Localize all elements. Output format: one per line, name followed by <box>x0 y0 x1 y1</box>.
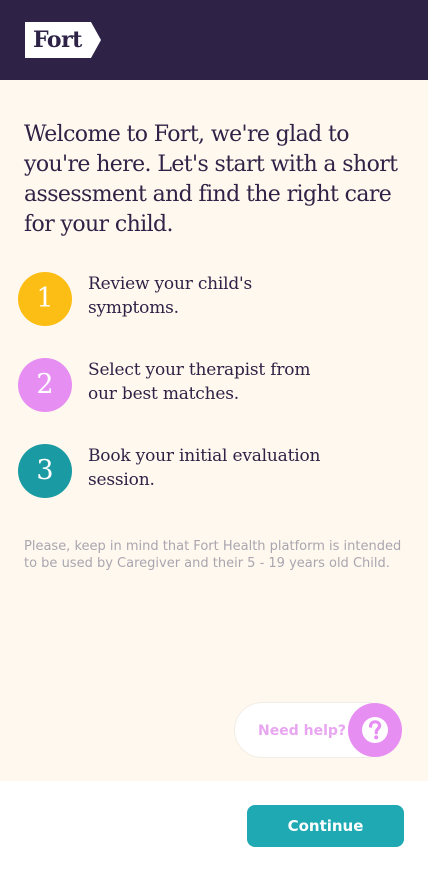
continue-button[interactable]: Continue <box>247 805 404 847</box>
fort-logo[interactable]: Fort <box>25 22 101 58</box>
step-3-number-badge: 3 <box>18 444 72 498</box>
help-icon-button[interactable] <box>348 703 402 757</box>
welcome-headline: Welcome to Fort, we're glad to you're he… <box>24 122 398 237</box>
step-2-text: Select your therapist from our best matc… <box>88 360 311 404</box>
footer-bar: Continue <box>0 781 428 871</box>
step-1-number-badge: 1 <box>18 272 72 326</box>
welcome-section: Welcome to Fort, we're glad to you're he… <box>0 80 428 781</box>
step-1: 1 Review your child's symptoms. <box>18 272 408 326</box>
need-help-label[interactable]: Need help? <box>258 721 346 741</box>
step-3: 3 Book your initial evaluation session. <box>18 444 408 498</box>
step-2: 2 Select your therapist from our best ma… <box>18 358 408 412</box>
question-circle-icon <box>362 717 388 743</box>
logo-text: Fort <box>33 27 82 53</box>
step-3-text: Book your initial evaluation session. <box>88 446 321 490</box>
age-disclaimer: Please, keep in mind that Fort Health pl… <box>24 539 402 571</box>
step-1-text: Review your child's symptoms. <box>88 274 253 318</box>
need-help-widget[interactable]: Need help? <box>234 702 404 758</box>
app-header: Fort <box>0 0 428 80</box>
step-2-number-badge: 2 <box>18 358 72 412</box>
